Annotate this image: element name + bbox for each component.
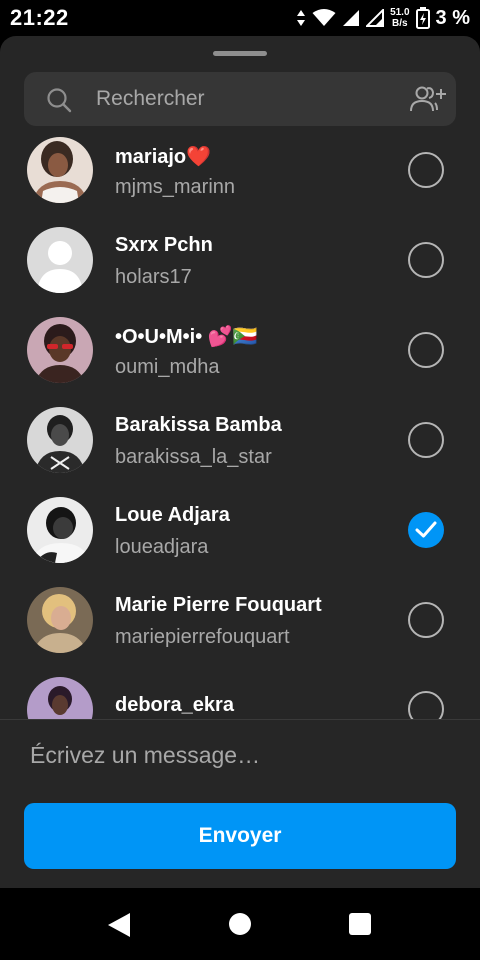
select-radio[interactable] <box>408 602 444 638</box>
share-sheet: Rechercher mariajo❤️ mjms_marinn Sxrx Pc… <box>0 36 480 888</box>
contact-username: loueadjara <box>115 536 209 558</box>
select-radio[interactable] <box>408 332 444 368</box>
back-icon[interactable] <box>107 912 131 938</box>
contact-name: •O•U•M•i• 💕🇰🇲 <box>115 326 258 348</box>
avatar <box>27 137 93 203</box>
avatar <box>27 587 93 653</box>
select-radio-checked[interactable] <box>408 512 444 548</box>
search-icon <box>47 88 72 113</box>
battery-charging-icon <box>415 7 430 29</box>
list-item[interactable]: Sxrx Pchn holars17 <box>0 226 480 316</box>
contact-name: Loue Adjara <box>115 504 230 526</box>
network-speed: 51.0 B/s <box>390 7 409 29</box>
add-group-icon[interactable] <box>408 84 446 114</box>
select-radio[interactable] <box>408 691 444 719</box>
select-radio[interactable] <box>408 422 444 458</box>
drag-handle[interactable] <box>213 51 267 56</box>
avatar <box>27 317 93 383</box>
speed-unit: B/s <box>392 18 408 29</box>
contact-username: oumi_mdha <box>115 356 220 378</box>
contact-username: barakissa_la_star <box>115 446 272 468</box>
contact-name: mariajo❤️ <box>115 146 212 168</box>
avatar <box>27 497 93 563</box>
select-radio[interactable] <box>408 152 444 188</box>
list-item[interactable]: Marie Pierre Fouquart mariepierrefouquar… <box>0 586 480 676</box>
default-avatar-icon <box>27 227 93 293</box>
contact-username: holars17 <box>115 266 192 288</box>
list-item[interactable]: •O•U•M•i• 💕🇰🇲 oumi_mdha <box>0 316 480 406</box>
signal-icon-2 <box>366 9 385 27</box>
contact-name: Marie Pierre Fouquart <box>115 594 322 616</box>
message-input[interactable]: Écrivez un message… <box>30 742 260 769</box>
contact-name: debora_ekra <box>115 694 234 716</box>
signal-icon <box>343 10 360 26</box>
avatar <box>27 227 93 293</box>
list-item[interactable]: Loue Adjara loueadjara <box>0 496 480 586</box>
navigation-bar <box>0 888 480 960</box>
contact-username: mjms_marinn <box>115 176 236 198</box>
data-arrows-icon <box>297 10 306 26</box>
search-input[interactable]: Rechercher <box>96 72 205 126</box>
list-item[interactable]: Barakissa Bamba barakissa_la_star <box>0 406 480 496</box>
contact-list[interactable]: mariajo❤️ mjms_marinn Sxrx Pchn holars17… <box>0 136 480 719</box>
avatar <box>27 677 93 719</box>
select-radio[interactable] <box>408 242 444 278</box>
divider <box>0 719 480 720</box>
status-time: 21:22 <box>10 5 69 30</box>
contact-name: Sxrx Pchn <box>115 234 213 256</box>
contact-name: Barakissa Bamba <box>115 414 282 436</box>
wifi-icon <box>312 9 336 26</box>
list-item[interactable]: debora_ekra <box>0 676 480 719</box>
contact-username: mariepierrefouquart <box>115 626 290 648</box>
recents-icon[interactable] <box>349 913 371 935</box>
checkmark-icon <box>415 521 437 538</box>
home-icon[interactable] <box>229 913 251 935</box>
battery-percent: 3 % <box>435 6 470 29</box>
send-button[interactable]: Envoyer <box>24 803 456 869</box>
speed-value: 51.0 <box>390 7 410 18</box>
status-indicators: 51.0 B/s 3 % <box>296 0 470 36</box>
list-item[interactable]: mariajo❤️ mjms_marinn <box>0 136 480 226</box>
avatar <box>27 407 93 473</box>
search-bar[interactable]: Rechercher <box>24 72 456 126</box>
status-bar: 21:22 51.0 B/s 3 % <box>0 0 480 36</box>
